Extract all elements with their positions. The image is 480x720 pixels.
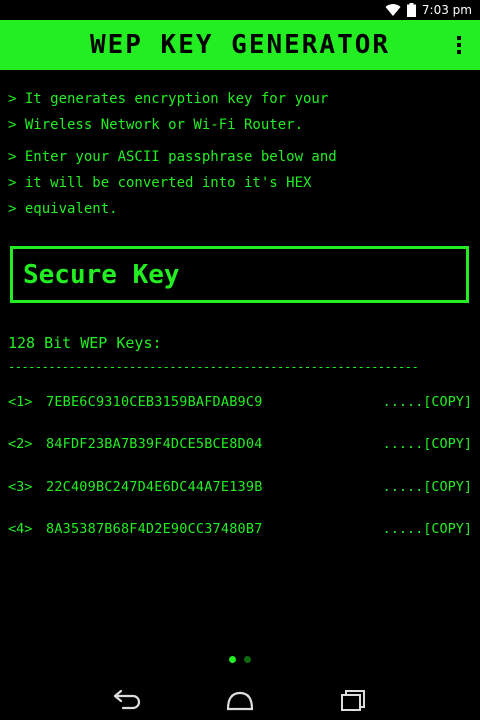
app-header: WEP KEY GENERATOR (0, 20, 480, 70)
key-index: <1> (8, 394, 33, 410)
key-hex: 84FDF23BA7B39F4DCE5BCE8D04 (46, 436, 263, 452)
key-row-1: <1> 7EBE6C9310CEB3159BAFDAB9C9 .....[COP… (8, 391, 472, 413)
divider: ----------------------------------------… (8, 360, 419, 374)
overflow-menu-icon[interactable] (456, 36, 462, 54)
key-row-3: <3> 22C409BC247D4E6DC44A7E139B .....[COP… (8, 476, 472, 498)
key-hex: 22C409BC247D4E6DC44A7E139B (46, 479, 263, 495)
battery-icon (406, 3, 416, 17)
app-title: WEP KEY GENERATOR (89, 30, 391, 60)
page-dot[interactable] (244, 656, 251, 663)
back-icon[interactable] (111, 687, 143, 713)
recents-icon[interactable] (337, 687, 369, 713)
page-indicator (0, 656, 480, 663)
key-row-4: <4> 8A35387B68F4D2E90CC37480B7 .....[COP… (8, 518, 472, 540)
copy-button[interactable]: .....[COPY] (383, 479, 472, 495)
status-time: 7:03 pm (421, 3, 472, 17)
info-line: > equivalent. (8, 201, 118, 217)
info-line: > It generates encryption key for your (8, 91, 329, 107)
key-row-2: <2> 84FDF23BA7B39F4DCE5BCE8D04 .....[COP… (8, 433, 472, 455)
keys-heading: 128 Bit WEP Keys: (8, 334, 162, 352)
copy-button[interactable]: .....[COPY] (383, 394, 472, 410)
info-line: > it will be converted into it's HEX (8, 175, 312, 191)
key-index: <3> (8, 479, 33, 495)
status-bar: 7:03 pm (0, 0, 480, 20)
page-dot-active[interactable] (229, 656, 236, 663)
passphrase-box (10, 246, 469, 303)
copy-button[interactable]: .....[COPY] (383, 436, 472, 452)
navigation-bar (0, 680, 480, 720)
info-line: > Enter your ASCII passphrase below and (8, 149, 337, 165)
key-hex: 8A35387B68F4D2E90CC37480B7 (46, 521, 263, 537)
info-line: > Wireless Network or Wi-Fi Router. (8, 117, 304, 133)
info-text: > It generates encryption key for your >… (8, 86, 472, 222)
wifi-icon (385, 4, 401, 17)
key-hex: 7EBE6C9310CEB3159BAFDAB9C9 (46, 394, 263, 410)
key-index: <2> (8, 436, 33, 452)
key-index: <4> (8, 521, 33, 537)
copy-button[interactable]: .....[COPY] (383, 521, 472, 537)
passphrase-input[interactable] (23, 259, 466, 290)
home-icon[interactable] (224, 687, 256, 713)
